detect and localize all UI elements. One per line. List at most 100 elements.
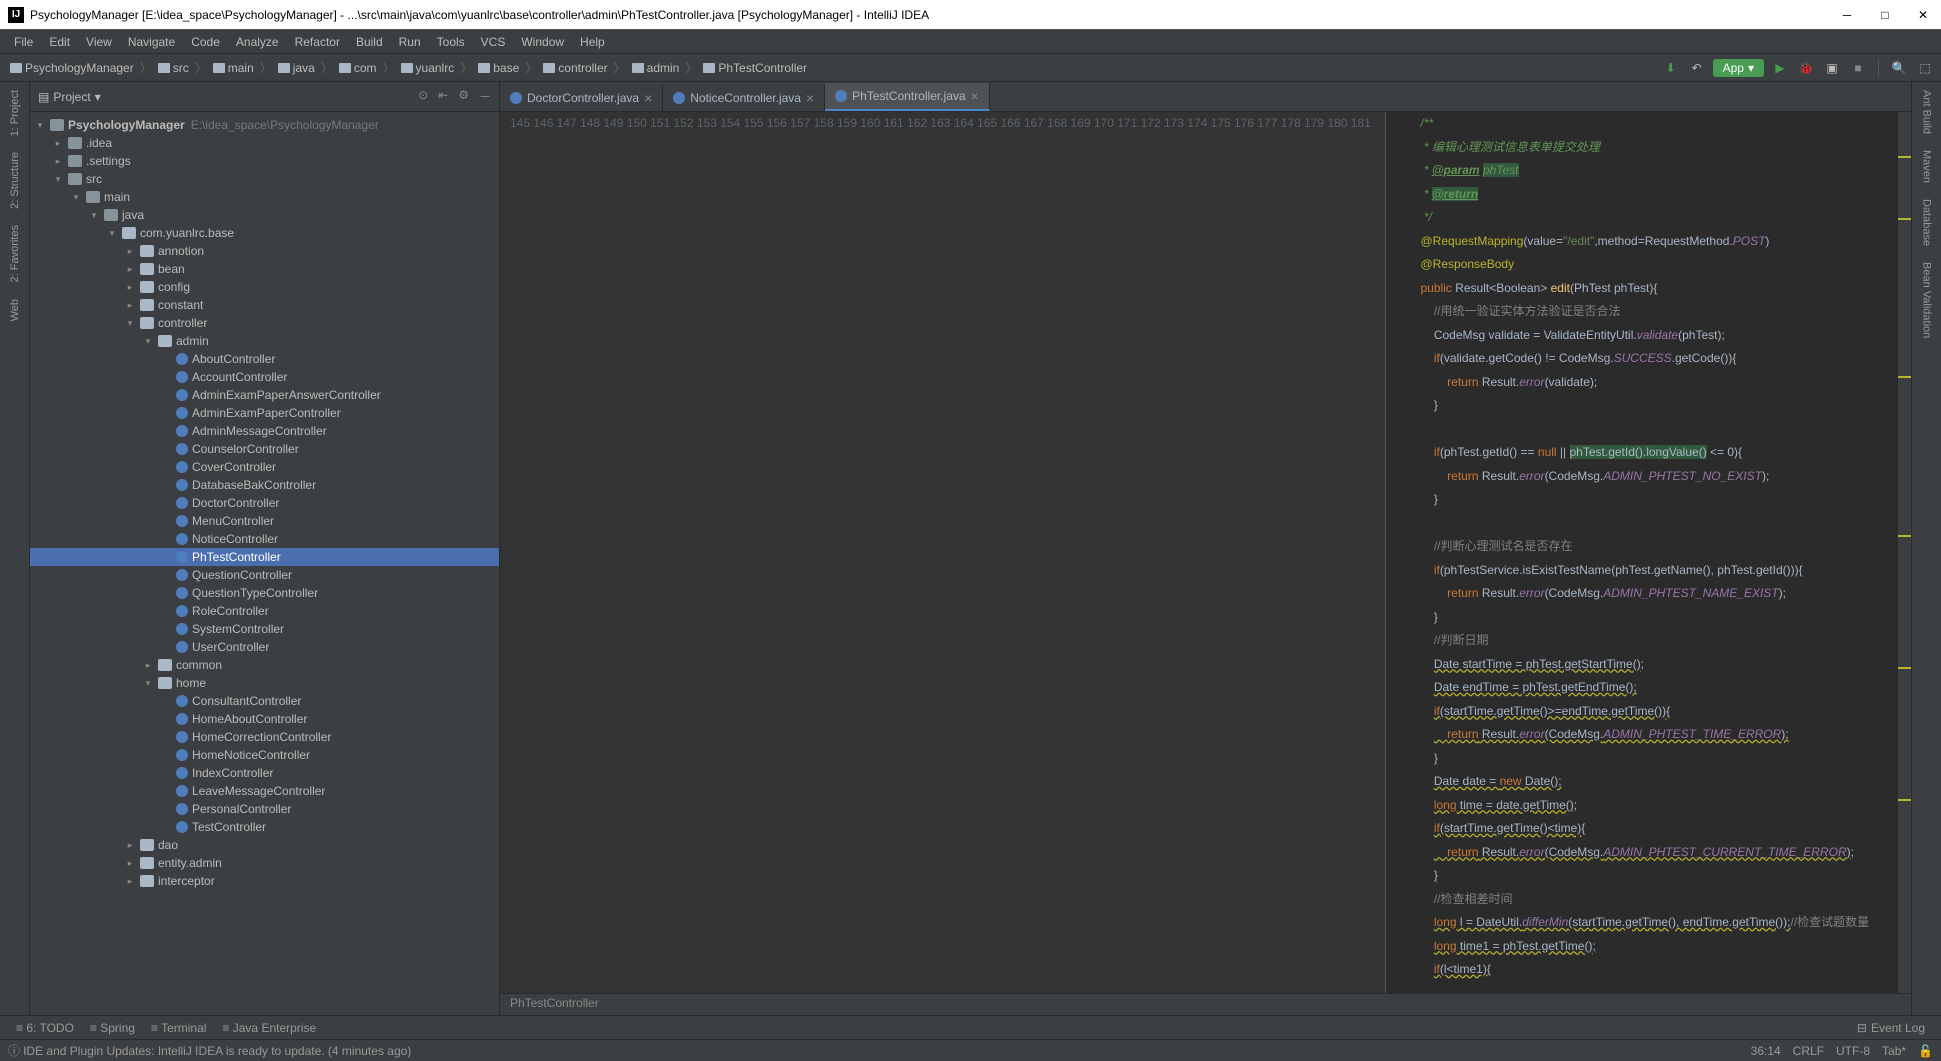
breadcrumb-item[interactable]: src xyxy=(154,61,193,75)
close-tab-icon[interactable]: × xyxy=(806,90,814,106)
breadcrumb-item[interactable]: admin xyxy=(628,61,684,75)
tree-item-QuestionController[interactable]: QuestionController xyxy=(30,566,499,584)
left-tab-2-Favorites[interactable]: 2: Favorites xyxy=(6,217,24,290)
tab-DoctorController.java[interactable]: DoctorController.java× xyxy=(500,85,663,111)
tree-item-home[interactable]: ▾home xyxy=(30,674,499,692)
menu-tools[interactable]: Tools xyxy=(429,35,473,49)
hide-icon[interactable]: － xyxy=(479,88,491,105)
breadcrumb-item[interactable]: yuanlrc xyxy=(397,61,459,75)
tab-NoticeController.java[interactable]: NoticeController.java× xyxy=(663,85,825,111)
tree-item-AdminExamPaperController[interactable]: AdminExamPaperController xyxy=(30,404,499,422)
tree-item-constant[interactable]: ▸constant xyxy=(30,296,499,314)
editor-breadcrumb[interactable]: PhTestController xyxy=(500,993,1911,1015)
tree-item-CounselorController[interactable]: CounselorController xyxy=(30,440,499,458)
build-icon[interactable]: ⬇ xyxy=(1661,58,1681,78)
tree-item-admin[interactable]: ▾admin xyxy=(30,332,499,350)
tree-item-RoleController[interactable]: RoleController xyxy=(30,602,499,620)
code-body[interactable]: /** * 编辑心理测试信息表单提交处理 * @param phTest * @… xyxy=(1386,112,1897,993)
menu-analyze[interactable]: Analyze xyxy=(228,35,287,49)
stop-icon[interactable]: ■ xyxy=(1848,58,1868,78)
minimap[interactable] xyxy=(1897,112,1911,993)
menu-file[interactable]: File xyxy=(6,35,41,49)
tree-item-config[interactable]: ▸config xyxy=(30,278,499,296)
tab-PhTestController.java[interactable]: PhTestController.java× xyxy=(825,83,990,111)
tree-item-main[interactable]: ▾main xyxy=(30,188,499,206)
tree-item--settings[interactable]: ▸.settings xyxy=(30,152,499,170)
menu-edit[interactable]: Edit xyxy=(41,35,78,49)
tree-item-DoctorController[interactable]: DoctorController xyxy=(30,494,499,512)
minimize-button[interactable]: ─ xyxy=(1837,8,1857,22)
breadcrumb-item[interactable]: PhTestController xyxy=(699,61,811,75)
bottom-tab-Spring[interactable]: ≡ Spring xyxy=(82,1021,143,1035)
maximize-button[interactable]: □ xyxy=(1875,8,1895,22)
tree-item-PersonalController[interactable]: PersonalController xyxy=(30,800,499,818)
tree-item-MenuController[interactable]: MenuController xyxy=(30,512,499,530)
tree-item-AdminExamPaperAnswerController[interactable]: AdminExamPaperAnswerController xyxy=(30,386,499,404)
search-icon[interactable]: 🔍 xyxy=(1889,58,1909,78)
close-tab-icon[interactable]: × xyxy=(971,88,979,104)
tree-item-common[interactable]: ▸common xyxy=(30,656,499,674)
lock-icon[interactable]: 🔓 xyxy=(1918,1044,1933,1058)
tree-item-AccountController[interactable]: AccountController xyxy=(30,368,499,386)
back-icon[interactable]: ↶ xyxy=(1687,58,1707,78)
encoding[interactable]: UTF-8 xyxy=(1836,1044,1870,1058)
tree-item-src[interactable]: ▾src xyxy=(30,170,499,188)
menu-refactor[interactable]: Refactor xyxy=(287,35,348,49)
bottom-tab-6-TODO[interactable]: ≡ 6: TODO xyxy=(8,1021,82,1035)
menu-navigate[interactable]: Navigate xyxy=(120,35,183,49)
breadcrumb-item[interactable]: java xyxy=(274,61,319,75)
breadcrumb-item[interactable]: PsychologyManager xyxy=(6,61,138,75)
tree-item-dao[interactable]: ▸dao xyxy=(30,836,499,854)
tree-item-ConsultantController[interactable]: ConsultantController xyxy=(30,692,499,710)
tree-item-TestController[interactable]: TestController xyxy=(30,818,499,836)
coverage-icon[interactable]: ▣ xyxy=(1822,58,1842,78)
project-tool-label[interactable]: ▤ Project ▾ xyxy=(38,90,101,104)
left-tab-2-Structure[interactable]: 2: Structure xyxy=(6,144,24,217)
cursor-position[interactable]: 36:14 xyxy=(1751,1044,1781,1058)
run-config-dropdown[interactable]: App ▾ xyxy=(1713,59,1764,77)
tree-item-IndexController[interactable]: IndexController xyxy=(30,764,499,782)
right-tab-Ant-Build[interactable]: Ant Build xyxy=(1918,82,1936,142)
tree-item-java[interactable]: ▾java xyxy=(30,206,499,224)
event-log-button[interactable]: ⊟ Event Log xyxy=(1849,1021,1933,1035)
menu-window[interactable]: Window xyxy=(513,35,572,49)
tree-item-HomeCorrectionController[interactable]: HomeCorrectionController xyxy=(30,728,499,746)
menu-view[interactable]: View xyxy=(78,35,120,49)
tree-item-UserController[interactable]: UserController xyxy=(30,638,499,656)
tree-item-AdminMessageController[interactable]: AdminMessageController xyxy=(30,422,499,440)
left-tab-1-Project[interactable]: 1: Project xyxy=(6,82,24,144)
tree-item-LeaveMessageController[interactable]: LeaveMessageController xyxy=(30,782,499,800)
breadcrumb-item[interactable]: controller xyxy=(539,61,611,75)
run-icon[interactable]: ▶ xyxy=(1770,58,1790,78)
tree-item-com-yuanlrc-base[interactable]: ▾com.yuanlrc.base xyxy=(30,224,499,242)
target-icon[interactable]: ⊙ xyxy=(418,88,428,105)
tree-item-DatabaseBakController[interactable]: DatabaseBakController xyxy=(30,476,499,494)
tree-item-controller[interactable]: ▾controller xyxy=(30,314,499,332)
tree-item-HomeNoticeController[interactable]: HomeNoticeController xyxy=(30,746,499,764)
menu-build[interactable]: Build xyxy=(348,35,391,49)
structure-icon[interactable]: ⬚ xyxy=(1915,58,1935,78)
tree-item-annotion[interactable]: ▸annotion xyxy=(30,242,499,260)
settings-icon[interactable]: ⚙ xyxy=(458,88,469,105)
tree-item-SystemController[interactable]: SystemController xyxy=(30,620,499,638)
tree-item-PhTestController[interactable]: PhTestController xyxy=(30,548,499,566)
line-gutter[interactable]: 145 146 147 148 149 150 151 152 153 154 … xyxy=(500,112,1386,993)
tree-root[interactable]: ▾ PsychologyManager E:\idea_space\Psycho… xyxy=(30,116,499,134)
tree-item-CoverController[interactable]: CoverController xyxy=(30,458,499,476)
tree-item-HomeAboutController[interactable]: HomeAboutController xyxy=(30,710,499,728)
close-tab-icon[interactable]: × xyxy=(644,90,652,106)
tree-item-NoticeController[interactable]: NoticeController xyxy=(30,530,499,548)
right-tab-Maven[interactable]: Maven xyxy=(1918,142,1936,191)
breadcrumb-item[interactable]: base xyxy=(474,61,523,75)
collapse-icon[interactable]: ⇤ xyxy=(438,88,448,105)
menu-help[interactable]: Help xyxy=(572,35,613,49)
breadcrumb-item[interactable]: main xyxy=(209,61,258,75)
tree-item-AboutController[interactable]: AboutController xyxy=(30,350,499,368)
close-button[interactable]: ✕ xyxy=(1913,8,1933,22)
indent[interactable]: Tab* xyxy=(1882,1044,1906,1058)
tree-item-interceptor[interactable]: ▸interceptor xyxy=(30,872,499,890)
right-tab-Bean-Validation[interactable]: Bean Validation xyxy=(1918,254,1936,346)
debug-icon[interactable]: 🐞 xyxy=(1796,58,1816,78)
menu-vcs[interactable]: VCS xyxy=(473,35,514,49)
tree-item-bean[interactable]: ▸bean xyxy=(30,260,499,278)
